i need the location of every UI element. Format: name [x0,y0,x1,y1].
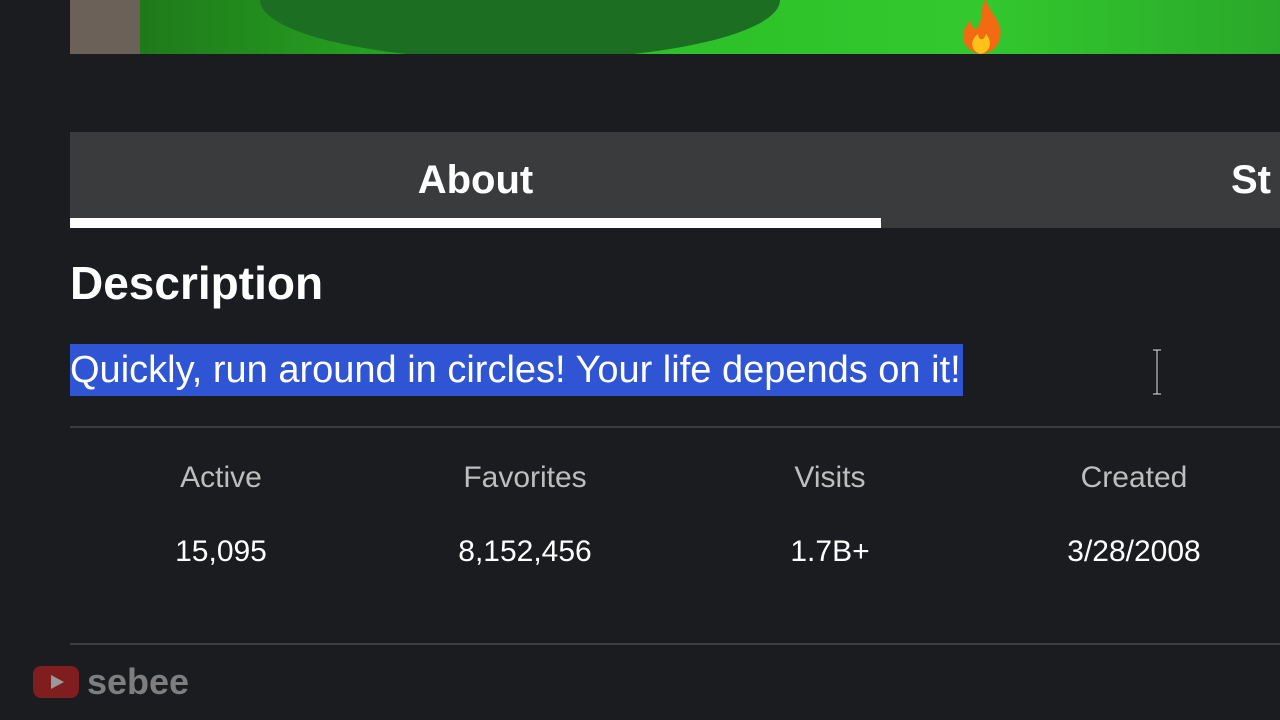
stat-visits-label: Visits [794,461,866,494]
stat-created: Created 3/28/2008 [1004,458,1264,572]
tab-active-indicator [70,218,881,228]
stat-active-label: Active [180,461,262,494]
stat-visits: Visits 1.7B+ [700,458,960,572]
flame-icon [962,0,1001,54]
stat-favorites: Favorites 8,152,456 [395,458,655,572]
stat-created-value: 3/28/2008 [1067,535,1201,568]
stat-favorites-value: 8,152,456 [458,535,592,568]
text-cursor-icon [1153,348,1161,396]
thumbnail-character [260,0,780,54]
stat-active-value: 15,095 [175,535,267,568]
stat-favorites-label: Favorites [463,461,587,494]
description-heading: Description [70,257,324,309]
tab-bar: About St [70,132,1280,228]
stat-active: Active 15,095 [91,458,351,572]
stat-created-label: Created [1080,461,1188,494]
description-text[interactable]: Quickly, run around in circles! Your lif… [70,344,963,396]
youtube-icon [33,666,79,698]
divider [70,643,1280,645]
tab-about[interactable]: About [70,132,881,228]
thumbnail-frame [70,0,140,54]
game-thumbnail[interactable] [70,0,1280,54]
tab-store-label: St [1231,157,1271,202]
channel-watermark: sebee [33,661,190,702]
tab-about-label: About [417,157,534,202]
tab-store[interactable]: St [1231,132,1280,228]
game-details-page: About St Description Quickly, run around… [0,0,1280,720]
divider [70,426,1280,428]
stat-visits-value: 1.7B+ [790,535,870,568]
watermark-text: sebee [87,661,190,702]
